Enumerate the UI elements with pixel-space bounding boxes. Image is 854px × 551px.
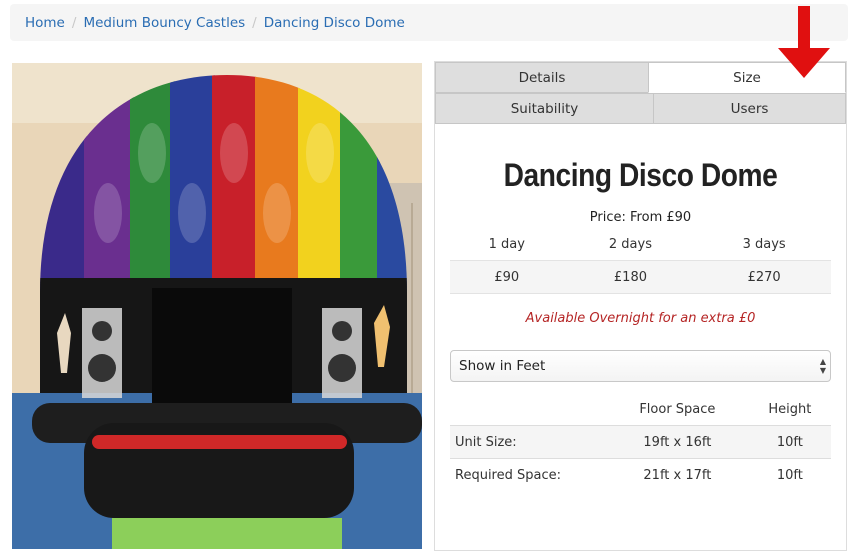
price-table: 1 day 2 days 3 days £90 £180 £270 [450, 228, 831, 294]
breadcrumb-category-link[interactable]: Medium Bouncy Castles [83, 15, 245, 31]
breadcrumb: Home / Medium Bouncy Castles / Dancing D… [10, 4, 848, 41]
size-header-floor: Floor Space [639, 401, 716, 417]
price-header-2days: 2 days [608, 236, 652, 252]
select-arrows-icon: ▲ ▼ [819, 357, 826, 375]
product-image[interactable] [12, 63, 422, 549]
price-header-3days: 3 days [742, 236, 786, 252]
price-2days: £180 [563, 260, 698, 294]
size-row-height: 10ft [748, 425, 831, 459]
table-row: Required Space: 21ft x 17ft 10ft [450, 458, 831, 491]
size-row-floor: 19ft x 16ft [606, 425, 749, 459]
breadcrumb-separator: / [71, 14, 77, 31]
breadcrumb-current-link[interactable]: Dancing Disco Dome [264, 15, 405, 31]
tab-details[interactable]: Details [435, 62, 649, 93]
breadcrumb-separator: / [252, 14, 257, 31]
price-3days: £270 [697, 260, 831, 294]
price-1day: £90 [450, 260, 564, 294]
size-table-header: Floor Space Height [450, 393, 831, 426]
size-header-blank [450, 393, 606, 426]
size-table: Floor Space Height Unit Size: 19ft x 16f… [450, 393, 831, 491]
size-row-floor: 21ft x 17ft [606, 458, 749, 491]
unit-select-value: Show in Feet [459, 358, 546, 374]
overnight-notice: Available Overnight for an extra £0 [525, 311, 756, 326]
unit-select[interactable]: Show in Feet ▲ ▼ [450, 350, 831, 382]
price-header-1day: 1 day [488, 236, 525, 252]
tab-users[interactable]: Users [653, 93, 846, 124]
tab-suitability[interactable]: Suitability [435, 93, 654, 124]
size-row-label: Required Space: [450, 458, 606, 491]
size-header-height: Height [768, 401, 812, 417]
breadcrumb-home-link[interactable]: Home [25, 15, 65, 31]
product-info-panel: Details Size Suitability Users Dancing D… [434, 61, 847, 551]
price-from: Price: From £90 [589, 210, 692, 225]
red-arrow-icon [778, 6, 830, 78]
price-table-header: 1 day 2 days 3 days [450, 228, 831, 261]
price-table-row: £90 £180 £270 [450, 260, 831, 294]
product-title: Dancing Disco Dome [503, 157, 778, 193]
size-row-height: 10ft [748, 458, 831, 491]
size-row-label: Unit Size: [450, 425, 606, 459]
table-row: Unit Size: 19ft x 16ft 10ft [450, 425, 831, 459]
